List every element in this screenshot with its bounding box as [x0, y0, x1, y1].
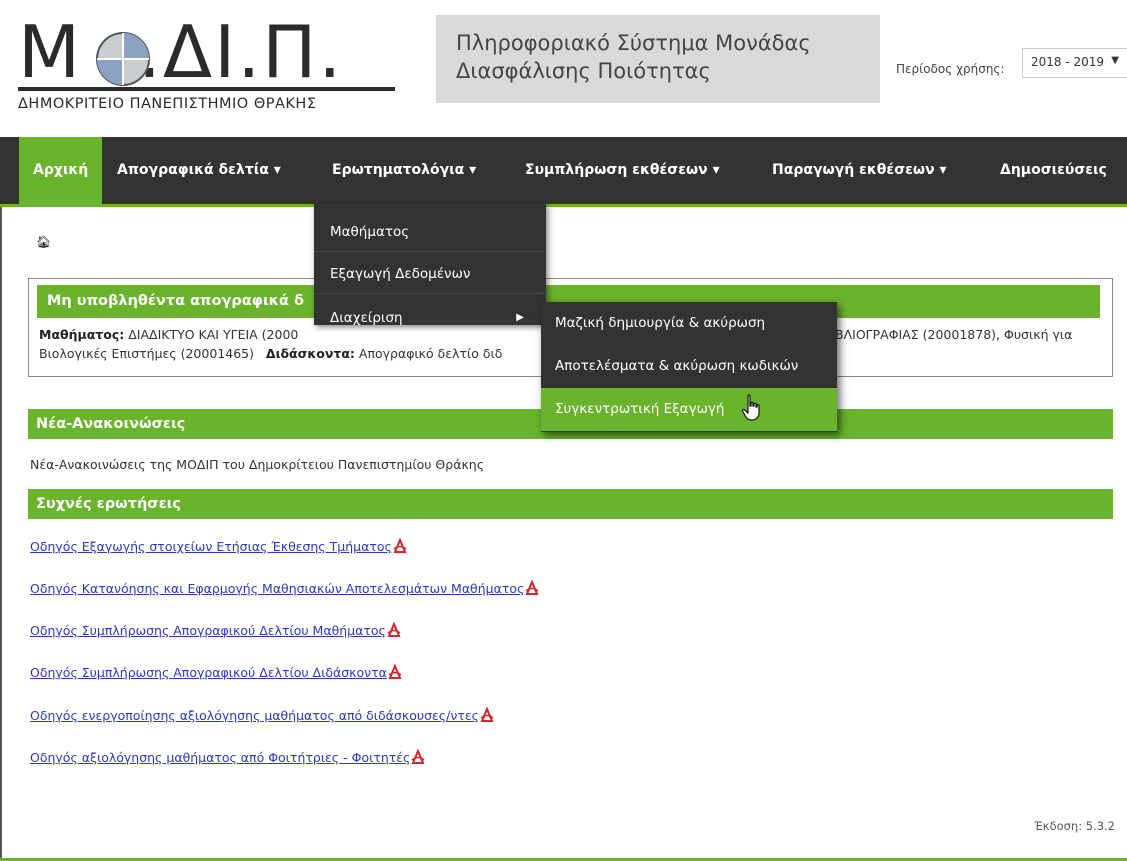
system-title: Πληροφοριακό Σύστημα Μονάδας Διασφάλισης…: [436, 15, 880, 103]
logo-letter-m: Μ: [18, 10, 83, 94]
pdf-icon: [480, 707, 494, 722]
submenu-item-results-codes[interactable]: Αποτελέσματα & ακύρωση κωδικών: [541, 345, 837, 388]
menu-item-data-export[interactable]: Εξαγωγή Δεδομένων: [314, 254, 546, 294]
faq-link[interactable]: Οδηγός αξιολόγησης μαθήματος από Φοιτήτρ…: [30, 749, 425, 765]
courses-text-c: Βιολογικές Επιστήμες (20001465): [39, 346, 254, 361]
home-icon[interactable]: 🏠︎: [36, 235, 51, 249]
period-value: 2018 - 2019: [1031, 55, 1105, 69]
version-label: Έκδοση: 5.3.2: [1034, 819, 1115, 833]
teachers-text: Απογραφικό δελτίο διδ: [354, 346, 503, 361]
period-label: Περίοδος χρήσης:: [896, 62, 1005, 76]
pdf-icon: [411, 749, 425, 764]
faq-link-label: Οδηγός Συμπλήρωσης Απογραφικού Δελτίου Μ…: [30, 623, 386, 638]
faq-link-label: Οδηγός Εξαγωγής στοιχείων Ετήσιας Έκθεση…: [30, 539, 392, 554]
nav-report-filling[interactable]: Συμπλήρωση εκθέσεων ▾: [525, 137, 720, 204]
faq-title: Συχνές ερωτήσεις: [28, 489, 1113, 519]
chevron-right-icon: ▶: [516, 312, 524, 323]
nav-publications[interactable]: Δημοσιεύσεις: [1000, 137, 1107, 204]
logo-underline: [18, 87, 395, 91]
faq-link-label: Οδηγός Κατανόησης και Εφαρμογής Μαθησιακ…: [30, 581, 525, 596]
nav-inventory-sheets[interactable]: Απογραφικά δελτία ▾: [117, 137, 281, 204]
courses-label: Μαθήματος:: [39, 327, 125, 342]
modip-logo[interactable]: Μ .ΔΙ.Π. ΔΗΜΟΚΡΙΤΕΙΟ ΠΑΝΕΠΙΣΤΗΜΙΟ ΘΡΑΚΗΣ: [18, 10, 396, 118]
faq-link[interactable]: Οδηγός Κατανόησης και Εφαρμογής Μαθησιακ…: [30, 580, 539, 596]
faq-link[interactable]: Οδηγός Εξαγωγής στοιχείων Ετήσιας Έκθεση…: [30, 538, 407, 554]
nav-report-generation[interactable]: Παραγωγή εκθέσεων ▾: [772, 137, 947, 204]
questionnaires-dropdown: Μαθήματος Εξαγωγή Δεδομένων Διαχείριση ▶: [314, 204, 546, 326]
management-submenu: Μαζική δημιουργία & ακύρωση Αποτελέσματα…: [541, 302, 837, 432]
teachers-label: Διδάσκοντα:: [265, 346, 355, 361]
nav-home[interactable]: Αρχική: [19, 137, 103, 204]
pdf-icon: [393, 538, 407, 553]
menu-item-management-label: Διαχείριση: [330, 310, 403, 326]
pdf-icon: [387, 622, 401, 637]
pdf-icon: [388, 664, 402, 679]
menu-item-course[interactable]: Μαθήματος: [314, 212, 546, 252]
system-title-line2: Διασφάλισης Ποιότητας: [456, 59, 711, 83]
courses-text-a: ΔΙΑΔΙΚΤΥΟ ΚΑΙ ΥΓΕΙΑ (2000: [124, 327, 299, 342]
main-nav: Αρχική Απογραφικά δελτία ▾ Ερωτηματολόγι…: [0, 137, 1127, 204]
faq-link[interactable]: Οδηγός Συμπλήρωσης Απογραφικού Δελτίου Δ…: [30, 664, 402, 680]
submenu-item-bulk-create[interactable]: Μαζική δημιουργία & ακύρωση: [541, 302, 837, 345]
page-header: Μ .ΔΙ.Π. ΔΗΜΟΚΡΙΤΕΙΟ ΠΑΝΕΠΙΣΤΗΜΙΟ ΘΡΑΚΗΣ…: [0, 0, 1127, 137]
submenu-item-aggregate-export[interactable]: Συγκεντρωτική Εξαγωγή: [541, 388, 837, 431]
hand-pointer-icon: [741, 394, 760, 421]
menu-item-management[interactable]: Διαχείριση ▶: [314, 298, 546, 338]
courses-text-b: ΒΛΙΟΓΡΑΦΙΑΣ (20001878), Φυσική για: [835, 327, 1073, 342]
faq-link-label: Οδηγός ενεργοποίησης αξιολόγησης μαθήματ…: [30, 708, 479, 723]
faq-link-label: Οδηγός Συμπλήρωσης Απογραφικού Δελτίου Δ…: [30, 665, 387, 680]
chevron-down-icon: ▼: [1111, 55, 1119, 66]
nav-questionnaires[interactable]: Ερωτηματολόγια ▾: [332, 137, 476, 204]
globe-icon: [96, 32, 150, 86]
faq-link[interactable]: Οδηγός ενεργοποίησης αξιολόγησης μαθήματ…: [30, 707, 494, 723]
faq-link[interactable]: Οδηγός Συμπλήρωσης Απογραφικού Δελτίου Μ…: [30, 622, 401, 638]
system-title-line1: Πληροφοριακό Σύστημα Μονάδας: [456, 31, 811, 55]
pdf-icon: [525, 580, 539, 595]
period-select[interactable]: 2018 - 2019 ▼: [1022, 48, 1127, 78]
faq-link-label: Οδηγός αξιολόγησης μαθήματος από Φοιτήτρ…: [30, 750, 411, 765]
logo-letters-dip: .ΔΙ.Π.: [138, 10, 344, 94]
announcements-text: Νέα-Ανακοινώσεις της ΜΟΔΙΠ του Δημοκρίτε…: [30, 457, 485, 472]
logo-subtitle: ΔΗΜΟΚΡΙΤΕΙΟ ΠΑΝΕΠΙΣΤΗΜΙΟ ΘΡΑΚΗΣ: [18, 96, 317, 112]
